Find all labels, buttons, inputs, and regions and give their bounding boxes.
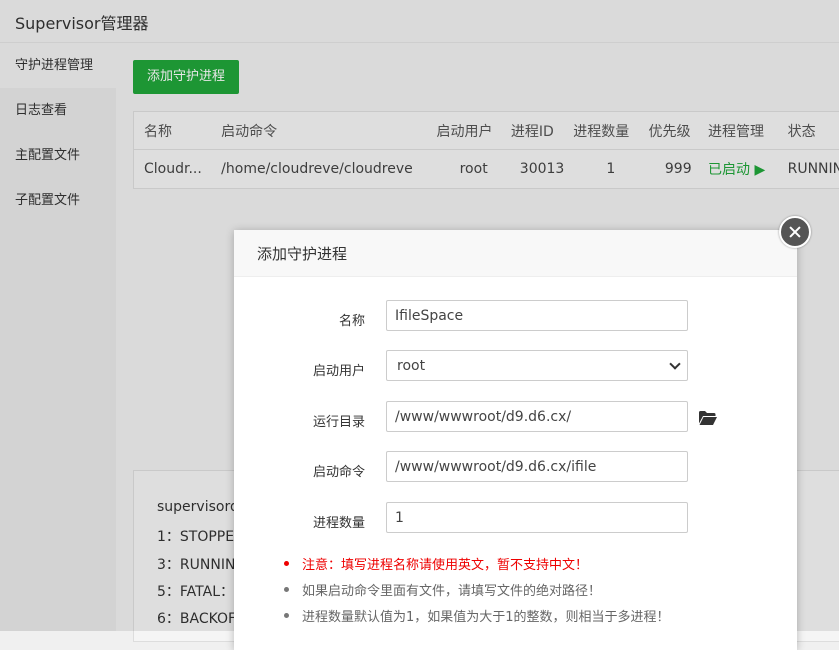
note-warning: 注意：填写进程名称请使用英文，暂不支持中文！ xyxy=(282,554,670,580)
count-label: 进程数量 xyxy=(312,516,365,531)
user-label: 启动用户 xyxy=(312,364,365,379)
name-label: 名称 xyxy=(338,314,365,329)
user-select-value: root xyxy=(397,358,426,374)
user-select[interactable]: root xyxy=(386,350,688,381)
command-label: 启动命令 xyxy=(312,465,365,480)
command-input[interactable] xyxy=(386,451,688,482)
dialog-title: 添加守护进程 xyxy=(234,230,797,277)
folder-open-icon[interactable] xyxy=(699,411,717,425)
note-item: 如果启动命令里面有文件，请填写文件的绝对路径！ xyxy=(282,580,670,606)
name-input[interactable] xyxy=(386,300,688,331)
count-input[interactable] xyxy=(386,502,688,533)
note-item: 进程数量默认值为1，如果值为大于1的整数，则相当于多进程！ xyxy=(282,606,670,632)
dir-label: 运行目录 xyxy=(312,415,365,430)
run-directory-input[interactable] xyxy=(386,401,688,432)
close-icon[interactable] xyxy=(779,216,811,248)
chevron-down-icon xyxy=(669,358,681,370)
add-daemon-dialog: 添加守护进程 名称 启动用户 root 运行目录 启动命令 进程数量 注意：填写… xyxy=(234,230,797,650)
notes-list: 注意：填写进程名称请使用英文，暂不支持中文！ 如果启动命令里面有文件，请填写文件… xyxy=(282,554,670,632)
